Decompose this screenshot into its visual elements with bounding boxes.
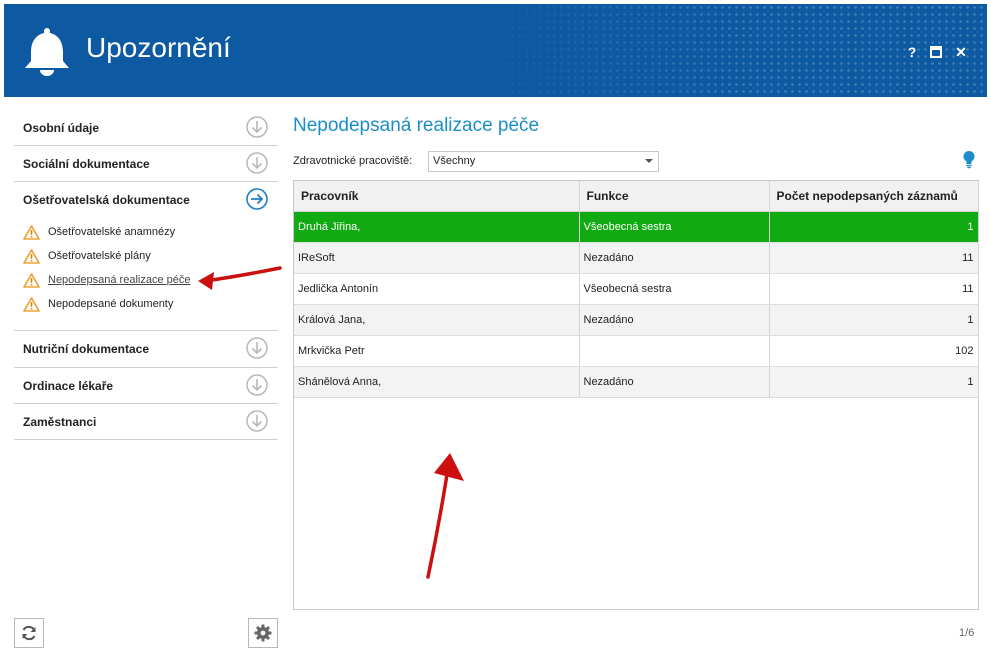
sidebar-section-nutricni-dokumentace[interactable]: Nutriční dokumentace xyxy=(14,331,278,368)
table-row[interactable]: Králová Jana, Nezadáno 1 xyxy=(294,304,979,336)
sidebar-section-label: Ordinace lékaře xyxy=(23,379,114,393)
table-row[interactable]: Mrkvička Petr 102 xyxy=(294,335,979,367)
workplace-select[interactable]: Všechny xyxy=(428,151,659,172)
window-title: Upozornění xyxy=(86,32,231,63)
settings-button[interactable] xyxy=(248,618,278,648)
cell-worker: Mrkvička Petr xyxy=(294,335,580,367)
sidebar-item-nepodepsane-dokumenty[interactable]: Nepodepsané dokumenty xyxy=(14,293,278,317)
sidebar-section-label: Osobní údaje xyxy=(23,121,100,135)
cell-role: Všeobecná sestra xyxy=(579,211,770,243)
arrow-down-circle-icon[interactable] xyxy=(246,116,268,138)
warning-icon xyxy=(23,297,40,312)
table-row[interactable]: Druhá Jiřina, Všeobecná sestra 1 xyxy=(294,211,979,243)
cell-worker: Druhá Jiřina, xyxy=(294,211,580,243)
sidebar-section-label: Ošetřovatelská dokumentace xyxy=(23,193,190,207)
column-header-pracovnik[interactable]: Pracovník xyxy=(294,181,580,212)
sidebar-section-label: Nutriční dokumentace xyxy=(23,342,150,356)
cell-role xyxy=(579,335,770,367)
sidebar-item-label: Ošetřovatelské plány xyxy=(48,250,151,262)
column-header-pocet[interactable]: Počet nepodepsaných záznamů xyxy=(769,181,979,212)
table-row[interactable]: Shánělová Anna, Nezadáno 1 xyxy=(294,366,979,398)
warning-icon xyxy=(23,249,40,264)
cell-role: Všeobecná sestra xyxy=(579,273,770,305)
cell-worker: Shánělová Anna, xyxy=(294,366,580,398)
cell-worker: Jedlička Antonín xyxy=(294,273,580,305)
app-header: Upozornění ? ✕ xyxy=(4,4,987,97)
arrow-right-circle-icon[interactable] xyxy=(246,188,268,210)
cell-count: 1 xyxy=(769,211,979,243)
cell-worker: Králová Jana, xyxy=(294,304,580,336)
sidebar-section-osetrovatelska-dokumentace[interactable]: Ošetřovatelská dokumentace xyxy=(14,182,278,217)
records-table: Pracovník Funkce Počet nepodepsaných záz… xyxy=(294,181,979,398)
filter-label: Zdravotnické pracoviště: xyxy=(293,155,413,167)
sidebar-section-zamestnanci[interactable]: Zaměstnanci xyxy=(14,404,278,440)
arrow-down-circle-icon[interactable] xyxy=(246,410,268,432)
sidebar-item-nepodepsana-realizace-pece[interactable]: Nepodepsaná realizace péče xyxy=(14,269,278,293)
gear-icon xyxy=(254,624,272,642)
sidebar-subitems: Ošetřovatelské anamnézy Ošetřovatelské p… xyxy=(14,217,278,331)
arrow-down-circle-icon[interactable] xyxy=(246,337,268,359)
page-indicator: 1/6 xyxy=(959,627,975,639)
sidebar-item-label[interactable]: Nepodepsaná realizace péče xyxy=(48,274,191,286)
cell-role: Nezadáno xyxy=(579,304,770,336)
workplace-select-value: Všechny xyxy=(433,155,476,167)
sidebar-item-osetrovatelske-plany[interactable]: Ošetřovatelské plány xyxy=(14,245,278,269)
sidebar-section-label: Sociální dokumentace xyxy=(23,157,150,171)
cell-count: 11 xyxy=(769,273,979,305)
sidebar-item-osetrovatelske-anamnezy[interactable]: Ošetřovatelské anamnézy xyxy=(14,221,278,245)
cell-count: 102 xyxy=(769,335,979,367)
sidebar-item-label: Ošetřovatelské anamnézy xyxy=(48,226,176,238)
cell-count: 1 xyxy=(769,366,979,398)
table-row[interactable]: Jedlička Antonín Všeobecná sestra 11 xyxy=(294,273,979,305)
arrow-down-circle-icon[interactable] xyxy=(246,374,268,396)
lightbulb-icon[interactable] xyxy=(962,150,976,169)
maximize-icon xyxy=(930,46,942,58)
cell-count: 11 xyxy=(769,242,979,274)
chevron-down-icon[interactable] xyxy=(645,159,653,163)
column-header-funkce[interactable]: Funkce xyxy=(579,181,770,212)
sidebar: Osobní údaje Sociální dokumentace Ošetřo… xyxy=(14,110,278,440)
maximize-button[interactable] xyxy=(928,44,944,60)
cell-worker: IReSoft xyxy=(294,242,580,274)
arrow-down-circle-icon[interactable] xyxy=(246,152,268,174)
warning-icon xyxy=(23,225,40,240)
warning-icon xyxy=(23,273,40,288)
refresh-button[interactable] xyxy=(14,618,44,648)
table-header-row: Pracovník Funkce Počet nepodepsaných záz… xyxy=(294,181,979,212)
close-button[interactable]: ✕ xyxy=(953,44,969,60)
cell-role: Nezadáno xyxy=(579,366,770,398)
cell-count: 1 xyxy=(769,304,979,336)
help-button[interactable]: ? xyxy=(904,44,920,60)
bell-icon xyxy=(25,28,69,76)
sidebar-item-label: Nepodepsané dokumenty xyxy=(48,298,174,310)
sidebar-section-ordinace-lekare[interactable]: Ordinace lékaře xyxy=(14,368,278,404)
sidebar-section-label: Zaměstnanci xyxy=(23,415,97,429)
cell-role: Nezadáno xyxy=(579,242,770,274)
table-row[interactable]: IReSoft Nezadáno 11 xyxy=(294,242,979,274)
page-title: Nepodepsaná realizace péče xyxy=(293,115,540,136)
sidebar-section-socialni-dokumentace[interactable]: Sociální dokumentace xyxy=(14,146,278,182)
sidebar-section-osobni-udaje[interactable]: Osobní údaje xyxy=(14,110,278,146)
refresh-icon xyxy=(22,625,36,641)
data-grid: Pracovník Funkce Počet nepodepsaných záz… xyxy=(293,180,979,610)
